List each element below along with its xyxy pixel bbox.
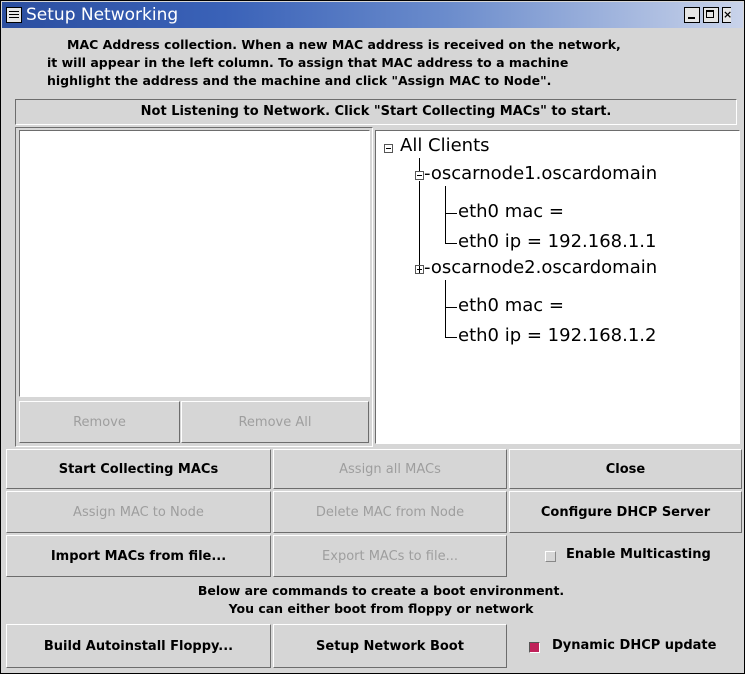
setup-network-boot-button[interactable]: Setup Network Boot: [273, 624, 507, 668]
title-bar[interactable]: Setup Networking ×: [2, 2, 743, 28]
boot-line-2: You can either boot from floppy or netwo…: [228, 601, 534, 616]
intro-line-2: it will appear in the left column. To as…: [47, 55, 569, 70]
tree-leaf-node2-mac[interactable]: eth0 mac =: [458, 295, 564, 316]
tree-connector: [445, 213, 457, 214]
tree-leaf-node2-ip[interactable]: eth0 ip = 192.168.1.2: [458, 325, 656, 346]
tree-connector: [445, 337, 457, 338]
window-menu-icon[interactable]: [6, 7, 22, 23]
tree-connector: [445, 243, 457, 244]
enable-multicasting-checkbox[interactable]: [545, 551, 556, 562]
tree-node-oscarnode1[interactable]: -oscarnode1.oscardomain: [424, 163, 657, 184]
dynamic-dhcp-update-checkbox[interactable]: [529, 642, 540, 653]
dynamic-dhcp-update-label[interactable]: Dynamic DHCP update: [552, 638, 716, 653]
assign-mac-to-node-button[interactable]: Assign MAC to Node: [6, 491, 271, 533]
collapse-icon[interactable]: [384, 144, 393, 153]
tree-connector: [419, 181, 420, 273]
close-icon[interactable]: ×: [722, 7, 731, 23]
status-bar: Not Listening to Network. Click "Start C…: [15, 99, 737, 125]
tree-root-all-clients[interactable]: All Clients: [400, 135, 490, 156]
tree-connector: [419, 158, 420, 171]
delete-mac-from-node-button[interactable]: Delete MAC from Node: [273, 491, 507, 533]
window-title: Setup Networking: [26, 5, 179, 25]
tree-connector: [445, 280, 446, 337]
intro-line-3: highlight the address and the machine an…: [47, 73, 552, 88]
intro-text: MAC Address collection. When a new MAC a…: [41, 36, 721, 90]
start-collecting-macs-button[interactable]: Start Collecting MACs: [6, 449, 271, 489]
collapse-icon[interactable]: [415, 265, 424, 274]
minimize-icon[interactable]: [684, 7, 700, 23]
collapse-icon[interactable]: [415, 171, 424, 180]
mac-address-list[interactable]: [19, 130, 370, 397]
boot-description: Below are commands to create a boot envi…: [41, 582, 721, 618]
maximize-icon[interactable]: [703, 7, 719, 23]
tree-node-oscarnode2[interactable]: -oscarnode2.oscardomain: [424, 257, 657, 278]
remove-button[interactable]: Remove: [19, 401, 180, 443]
boot-line-1: Below are commands to create a boot envi…: [197, 583, 565, 598]
enable-multicasting-label[interactable]: Enable Multicasting: [566, 547, 711, 562]
export-macs-button[interactable]: Export MACs to file...: [273, 535, 507, 577]
tree-connector: [445, 186, 446, 243]
remove-all-button[interactable]: Remove All: [181, 401, 369, 443]
intro-line-1: MAC Address collection. When a new MAC a…: [67, 37, 621, 52]
setup-networking-window: Setup Networking × MAC Address collectio…: [0, 0, 745, 674]
configure-dhcp-server-button[interactable]: Configure DHCP Server: [509, 491, 742, 533]
client-tree[interactable]: All Clients -oscarnode1.oscardomain eth0…: [375, 130, 740, 444]
tree-leaf-node1-mac[interactable]: eth0 mac =: [458, 201, 564, 222]
tree-leaf-node1-ip[interactable]: eth0 ip = 192.168.1.1: [458, 231, 656, 252]
import-macs-button[interactable]: Import MACs from file...: [6, 535, 271, 577]
close-button[interactable]: Close: [509, 449, 742, 489]
build-autoinstall-floppy-button[interactable]: Build Autoinstall Floppy...: [6, 624, 271, 668]
tree-connector: [445, 307, 457, 308]
assign-all-macs-button[interactable]: Assign all MACs: [273, 449, 507, 489]
